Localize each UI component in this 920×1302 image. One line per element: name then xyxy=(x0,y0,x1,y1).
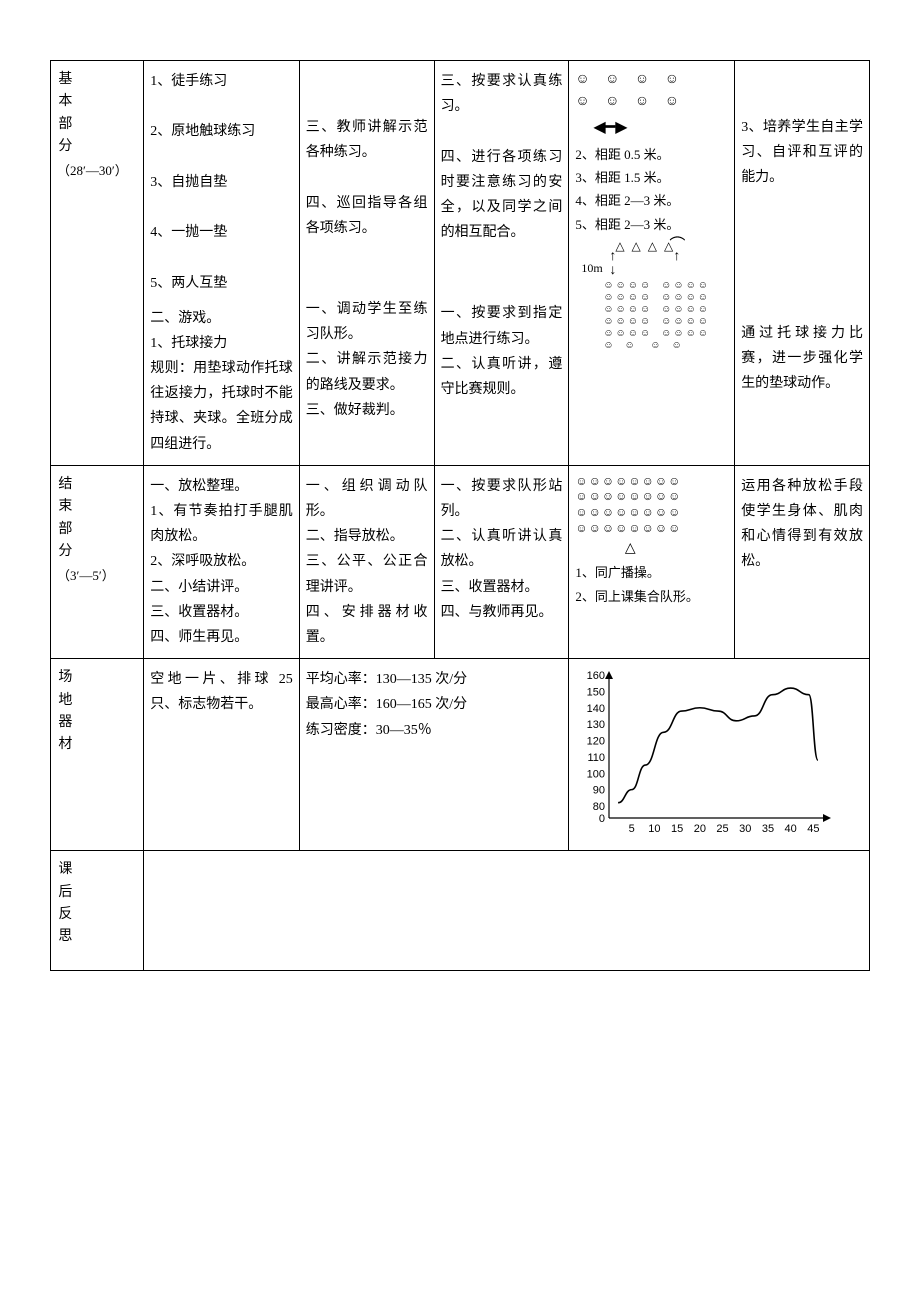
section-end-time: （3′—5′） xyxy=(57,568,115,583)
row-basic: 基本部分 （28′—30′） 1、徒手练习 2、原地触球练习 3、自抛自垫 4、… xyxy=(51,61,870,466)
row-end: 结束部分 （3′—5′） 一、放松整理。 1、有节奏拍打手腿肌肉放松。 2、深呼… xyxy=(51,465,870,658)
svg-text:10: 10 xyxy=(649,823,661,835)
end-col6: 运用各种放松手段使学生身体、肌肉和心情得到有效放松。 xyxy=(735,465,870,658)
lesson-plan-table: 基本部分 （28′—30′） 1、徒手练习 2、原地触球练习 3、自抛自垫 4、… xyxy=(50,60,870,971)
section-end-label: 结束部分 xyxy=(57,474,74,564)
svg-text:35: 35 xyxy=(762,823,774,835)
svg-text:15: 15 xyxy=(671,823,683,835)
basic-col3-b: 一、调动学生至练习队形。 二、讲解示范接力的路线及要求。 三、做好裁判。 xyxy=(306,297,428,423)
svg-text:20: 20 xyxy=(694,823,706,835)
basic-col6: 3、培养学生自主学习、自评和互评的能力。 通过托球接力比赛，进一步强化学生的垫球… xyxy=(735,61,870,466)
svg-text:30: 30 xyxy=(739,823,751,835)
svg-text:110: 110 xyxy=(588,752,606,764)
distance-label: 10m xyxy=(581,258,602,280)
equip-col3: 平均心率：130—135 次/分 最高心率：160—165 次/分 练习密度：3… xyxy=(299,659,569,851)
svg-text:120: 120 xyxy=(587,736,605,748)
students-grid: ☺☺☺☺ ☺☺☺☺ ☺☺☺☺ ☺☺☺☺ ☺☺☺☺ ☺☺☺☺ ☺☺☺☺ ☺☺☺☺ … xyxy=(603,280,710,352)
svg-text:80: 80 xyxy=(593,801,605,813)
basic-col3-a: 三、教师讲解示范各种练习。 四、巡回指导各组各项练习。 xyxy=(306,115,428,241)
spacing-notes: 2、相距 0.5 米。 3、相距 1.5 米。 4、相距 2—3 米。 5、相距… xyxy=(575,143,728,237)
basic-col2-a: 1、徒手练习 2、原地触球练习 3、自抛自垫 4、一抛一垫 5、两人互垫 xyxy=(150,69,293,296)
svg-text:130: 130 xyxy=(587,719,605,731)
section-basic-time: （28′—30′） xyxy=(57,163,128,178)
section-basic: 基本部分 （28′—30′） xyxy=(51,61,144,466)
svg-text:160: 160 xyxy=(587,670,605,682)
end-notes: 1、同广播操。 2、同上课集合队形。 xyxy=(575,561,728,608)
equip-col2: 空地一片、排球 25只、标志物若干。 xyxy=(144,659,300,851)
reflection-content xyxy=(144,851,870,971)
relay-diagram: △ △ △ △ ⌒ 10m ↑↓ ↑ ☺☺☺☺ ☺☺☺☺ ☺☺☺☺ ☺☺☺☺ ☺… xyxy=(575,236,728,396)
basic-col4-a: 三、按要求认真练习。 四、进行各项练习时要注意练习的安全，以及同学之间的相互配合… xyxy=(441,69,563,245)
basic-col2: 1、徒手练习 2、原地触球练习 3、自抛自垫 4、一抛一垫 5、两人互垫 二、游… xyxy=(144,61,300,466)
teacher-triangle-icon: △ xyxy=(575,536,728,561)
section-reflection-label: 课后反思 xyxy=(57,859,74,949)
section-reflection: 课后反思 xyxy=(51,851,144,971)
end-col3: 一、组织调动队形。 二、指导放松。 三、公平、公正合理讲评。 四、安排器材收置。 xyxy=(299,465,434,658)
section-equipment-label: 场地器材 xyxy=(57,667,74,757)
basic-col3: 三、教师讲解示范各种练习。 四、巡回指导各组各项练习。 一、调动学生至练习队形。… xyxy=(299,61,434,466)
svg-text:150: 150 xyxy=(587,687,605,699)
end-col5: ☺☺☺☺☺☺☺☺ ☺☺☺☺☺☺☺☺ ☺☺☺☺☺☺☺☺ ☺☺☺☺☺☺☺☺ △ 1、… xyxy=(569,465,735,658)
section-end: 结束部分 （3′—5′） xyxy=(51,465,144,658)
faces-row-2: ☺ ☺ ☺ ☺ xyxy=(575,91,728,113)
end-col2: 一、放松整理。 1、有节奏拍打手腿肌肉放松。 2、深呼吸放松。 二、小结讲评。 … xyxy=(144,465,300,658)
section-basic-label: 基本部分 xyxy=(57,69,74,159)
arrow-updown-icon: ↑↓ xyxy=(609,250,616,278)
basic-col4-b: 一、按要求到指定地点进行练习。 二、认真听讲，遵守比赛规则。 xyxy=(441,301,563,402)
heart-rate-chart: 080 90 100 110 120 130 140 150 160 5 10 15 20 25 30 35 4… xyxy=(575,667,835,842)
end-faces-grid: ☺☺☺☺☺☺☺☺ ☺☺☺☺☺☺☺☺ ☺☺☺☺☺☺☺☺ ☺☺☺☺☺☺☺☺ xyxy=(575,474,728,536)
row-equipment: 场地器材 空地一片、排球 25只、标志物若干。 平均心率：130—135 次/分… xyxy=(51,659,870,851)
row-reflection: 课后反思 xyxy=(51,851,870,971)
arrow-left-right-icon: ◀━▶ xyxy=(575,114,728,143)
end-col4: 一、按要求队形站列。 二、认真听讲认真放松。 三、收置器材。 四、与教师再见。 xyxy=(434,465,569,658)
basic-col4: 三、按要求认真练习。 四、进行各项练习时要注意练习的安全，以及同学之间的相互配合… xyxy=(434,61,569,466)
svg-text:140: 140 xyxy=(587,703,605,715)
svg-text:100: 100 xyxy=(587,768,605,780)
heart-rate-chart-cell: 080 90 100 110 120 130 140 150 160 5 10 15 20 25 30 35 4… xyxy=(569,659,870,851)
basic-col5: ☺ ☺ ☺ ☺ ☺ ☺ ☺ ☺ ◀━▶ 2、相距 0.5 米。 3、相距 1.5… xyxy=(569,61,735,466)
svg-text:45: 45 xyxy=(808,823,820,835)
faces-row-1: ☺ ☺ ☺ ☺ xyxy=(575,69,728,91)
section-equipment: 场地器材 xyxy=(51,659,144,851)
svg-text:0: 0 xyxy=(599,813,605,825)
arrow-up-icon: ↑ xyxy=(673,250,680,264)
svg-text:40: 40 xyxy=(785,823,797,835)
basic-col6-a: 3、培养学生自主学习、自评和互评的能力。 xyxy=(741,115,863,191)
svg-text:5: 5 xyxy=(629,823,635,835)
svg-text:25: 25 xyxy=(717,823,729,835)
svg-text:90: 90 xyxy=(593,785,605,797)
basic-col6-b: 通过托球接力比赛，进一步强化学生的垫球动作。 xyxy=(741,321,863,397)
basic-col2-b: 二、游戏。 1、托球接力 规则：用垫球动作托球往返接力，托球时不能持球、夹球。全… xyxy=(150,306,293,457)
triangle-markers: △ △ △ △ xyxy=(615,236,675,258)
